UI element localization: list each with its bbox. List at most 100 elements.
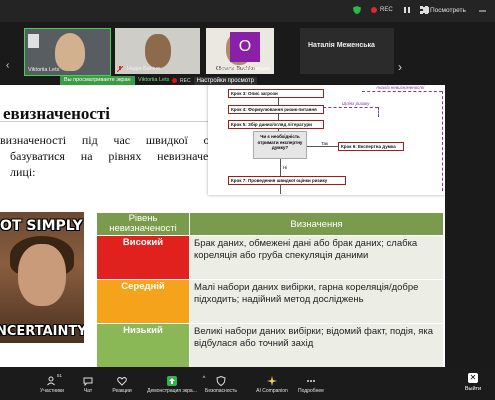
participant-video (145, 34, 171, 68)
share-tag-text: Вы просматриваете экран (64, 77, 131, 83)
level-cell: Середній (96, 279, 190, 324)
participant-tile[interactable]: Наталія Меженська (300, 28, 394, 74)
more-label: Подробнее (298, 388, 324, 394)
flow-connector (280, 159, 281, 176)
meme-image: OT SIMPLY NCERTAINTY (0, 212, 84, 343)
view-settings-button[interactable]: Настройки просмотр (193, 76, 257, 85)
chat-icon (83, 377, 93, 386)
body-line: визначеності під час швидкої оцінки (0, 133, 238, 147)
level-label: Середній (121, 281, 165, 292)
record-dot-icon (371, 7, 377, 13)
presenter-name: Viktoriia Lets (138, 76, 169, 85)
avatar-initial: O (238, 38, 252, 55)
definition-cell: Малі набори даних вибірки, гарна кореляц… (189, 279, 444, 324)
presenter-name-text: Viktoriia Lets (138, 77, 170, 83)
flow-step: Крок 6: Експертна думка (338, 142, 404, 151)
table-row: Низький Великі набори даних вибірки; від… (96, 323, 444, 367)
analysis-note: Аналіз невизначеності (376, 85, 425, 90)
more-button[interactable]: Подробнее (291, 376, 331, 394)
flow-connector (307, 146, 338, 147)
decision-label: Чи є необхідність отримати експертну дум… (257, 134, 303, 150)
ai-companion-label: AI Companion (256, 388, 288, 394)
definition-text: Великі набори даних вибірки; відомий фак… (194, 326, 434, 349)
dashed-guide (378, 107, 379, 117)
side-gutter (445, 85, 495, 367)
participant-tile[interactable]: Надія Боніно (115, 28, 200, 74)
view-button[interactable]: Посмотреть (420, 6, 466, 14)
pause-icon[interactable] (402, 5, 412, 15)
framing-note: Шліях ризику (342, 101, 370, 106)
top-status-icons: REC (352, 5, 431, 15)
leave-button[interactable]: ✕ Выйти (457, 373, 489, 397)
meme-face (18, 244, 66, 306)
dashed-guide (442, 91, 443, 191)
mic-muted-icon (117, 66, 123, 72)
flow-step-label: Крок 5: Збір даних/огляд літератури (231, 122, 312, 127)
participant-video (55, 33, 85, 71)
viewing-share-tag: Вы просматриваете экран (60, 76, 135, 85)
share-rec-label: REC (180, 77, 191, 84)
thumb-scroll-right-icon[interactable]: › (398, 60, 402, 74)
participants-icon (47, 376, 55, 386)
leave-icon: ✕ (468, 373, 478, 383)
logo-panel (28, 34, 39, 48)
minimize-icon[interactable] (478, 6, 487, 15)
slide-body: визначеності під час швидкої оцінки базу… (0, 132, 240, 180)
participant-strip: ‹ Viktoriia Lets Надія Боніно Oksana Buc… (0, 22, 495, 76)
participant-tile[interactable]: Viktoriia Lets (24, 28, 111, 76)
avatar: O (230, 32, 260, 62)
sparkle-icon (267, 376, 277, 386)
chat-label: Чат (83, 388, 93, 394)
flow-connector (280, 184, 281, 194)
view-button-label: Посмотреть (430, 6, 466, 14)
flow-step: Крок 7: Проведення швидкої оцінки ризику (228, 176, 346, 185)
no-label: Ні (283, 165, 288, 170)
yes-label: Так (321, 141, 329, 146)
meeting-toolbar: Участники 51 Чат Реакции Демонстрация эк… (0, 367, 495, 400)
table-row: Середній Малі набори даних вибірки, гарн… (96, 279, 444, 324)
level-label: Високий (122, 237, 164, 248)
security-button[interactable]: Безопасность (198, 376, 244, 394)
record-label: REC (380, 7, 393, 13)
uncertainty-table: Рівень невизначеності Визначення Високий… (96, 212, 444, 367)
shared-slide: евизначеності визначеності під час швидк… (0, 85, 445, 367)
flow-step-label: Крок 6: Експертна думка (341, 144, 396, 149)
shield-icon[interactable] (352, 5, 362, 15)
recording-indicator[interactable]: REC (371, 7, 393, 13)
participant-name: Наталия Меженська (218, 66, 270, 72)
grid-view-icon (420, 6, 428, 14)
body-line: лиці: (10, 165, 36, 179)
level-label: Низький (123, 325, 163, 336)
definition-text: Малі набори даних вибірки, гарна кореляц… (194, 282, 419, 305)
flow-connector (278, 97, 279, 105)
table-header: Рівень невизначеності (96, 212, 190, 236)
share-screen-button[interactable]: Демонстрация экра... (143, 376, 201, 394)
body-line: базуватися на рівнях невизначеності, (10, 149, 238, 163)
dashed-guide (362, 91, 442, 92)
thumb-scroll-left-icon[interactable]: ‹ (6, 60, 9, 71)
definition-cell: Великі набори даних вибірки; відомий фак… (189, 323, 444, 367)
table-row: Високий Брак даних, обмежені дані або бр… (96, 235, 444, 280)
flow-step: Крок 5: Збір даних/огляд літератури (228, 120, 324, 129)
share-screen-icon (167, 376, 177, 386)
flow-step-label: Крок 3: Опис загрози (231, 91, 278, 96)
reactions-label: Реакции (112, 388, 132, 394)
record-dot-icon (172, 78, 177, 83)
participant-name: Viktoriia Lets (28, 67, 60, 73)
table-header-row: Рівень невизначеності Визначення (96, 212, 444, 236)
leave-label: Выйти (464, 386, 482, 392)
share-screen-label: Демонстрация экра... (147, 388, 197, 394)
dashed-guide (318, 107, 378, 108)
flow-step: Крок 3: Опис загрози (228, 89, 324, 98)
meme-top-text: OT SIMPLY (0, 218, 83, 234)
flow-step-label: Крок 4: Формулювання ризик-питання (231, 107, 317, 112)
definition-text: Брак даних, обмежені дані або брак даних… (194, 238, 418, 261)
participants-button[interactable]: Участники 51 (32, 373, 72, 394)
security-label: Безопасность (205, 388, 237, 394)
meme-bottom-text: NCERTAINTY (0, 324, 84, 339)
participants-label: Участники (40, 388, 64, 394)
level-cell: Низький (96, 323, 190, 367)
reactions-button[interactable]: Реакции (102, 376, 142, 394)
decision-box: Чи є необхідність отримати експертну дум… (253, 131, 307, 159)
ai-companion-button[interactable]: AI Companion (250, 376, 294, 394)
